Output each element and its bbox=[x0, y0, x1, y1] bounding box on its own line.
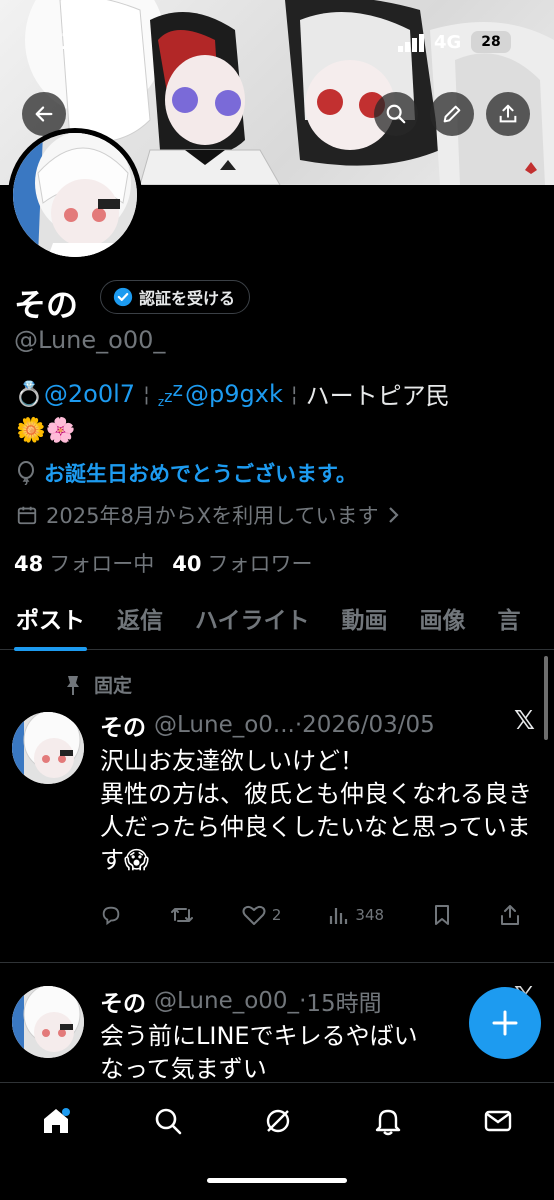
post-text: 会う前にLINEでキレるやばい なって気まずい bbox=[100, 1022, 418, 1082]
edit-button[interactable] bbox=[430, 92, 474, 136]
compose-button[interactable] bbox=[469, 987, 541, 1059]
repost-button[interactable] bbox=[170, 904, 194, 926]
home-icon bbox=[44, 1108, 70, 1133]
status-time: 1:19 bbox=[60, 30, 115, 55]
grok-icon bbox=[266, 1109, 290, 1133]
battery-indicator: 28 bbox=[471, 31, 511, 53]
nav-grok[interactable] bbox=[258, 1101, 298, 1141]
nav-search[interactable] bbox=[148, 1101, 188, 1141]
joined-text: 2025年8月からXを利用しています bbox=[46, 504, 379, 528]
bio-separator: ¦ bbox=[290, 381, 298, 406]
post-header: その @Lune_o00_ · 15時間 bbox=[100, 984, 382, 1018]
share-icon bbox=[499, 104, 517, 123]
profile-avatar[interactable] bbox=[8, 128, 142, 262]
like-button[interactable]: 2 bbox=[242, 904, 282, 926]
bookmark-button[interactable] bbox=[432, 904, 452, 926]
plus-icon bbox=[492, 1010, 518, 1036]
bookmark-icon bbox=[435, 905, 449, 925]
share-post-button[interactable] bbox=[500, 904, 520, 926]
arrow-left-icon bbox=[35, 106, 53, 122]
bio-mention-link-2[interactable]: @p9gxk bbox=[185, 380, 283, 408]
post-avatar[interactable] bbox=[12, 712, 84, 784]
network-label: 4G bbox=[434, 32, 462, 53]
profile-name: その bbox=[14, 286, 79, 324]
tab-highlights[interactable]: ハイライト bbox=[179, 596, 326, 650]
reply-icon bbox=[102, 906, 120, 926]
nav-messages[interactable] bbox=[478, 1101, 518, 1141]
post-author-name[interactable]: その bbox=[100, 708, 146, 742]
verified-badge-icon bbox=[113, 287, 133, 307]
post-separator: · bbox=[299, 988, 307, 1014]
pencil-icon bbox=[443, 105, 461, 123]
zzz-emoji: zzz bbox=[158, 377, 183, 410]
get-verified-button[interactable]: 認証を受ける bbox=[100, 280, 251, 314]
pin-icon bbox=[67, 675, 79, 695]
get-verified-label: 認証を受ける bbox=[139, 289, 236, 308]
tab-videos[interactable]: 動画 bbox=[326, 596, 404, 650]
heart-icon bbox=[242, 905, 266, 925]
nav-notifications[interactable] bbox=[368, 1101, 408, 1141]
post-text: 沢山お友達欲しいけど！ 異性の方は、彼氏とも仲良くなれる良き人だったら仲良くした… bbox=[100, 747, 532, 874]
post-author-handle[interactable]: @Lune_o0... bbox=[154, 712, 295, 738]
post-avatar[interactable] bbox=[12, 986, 84, 1058]
views-button[interactable]: 348 bbox=[329, 904, 384, 926]
profile-bio-line1: 💍 @2o0l7 ¦ zzz @p9gxk ¦ ハートピア民 bbox=[14, 376, 450, 411]
repost-icon bbox=[170, 908, 193, 922]
followers-link[interactable]: 40 フォロワー bbox=[172, 548, 312, 578]
search-icon bbox=[386, 104, 406, 124]
x-logo-icon[interactable]: 𝕏 bbox=[514, 706, 535, 736]
following-count: 48 bbox=[14, 552, 44, 576]
screen-mirror-icon bbox=[116, 36, 140, 56]
bio-emojis: 🌼🌸 bbox=[16, 416, 76, 444]
post-time[interactable]: 2026/03/05 bbox=[302, 712, 435, 738]
search-icon bbox=[155, 1108, 182, 1135]
birthday-row: お誕生日おめでとうございます。 bbox=[16, 458, 357, 488]
followers-count: 40 bbox=[172, 552, 202, 576]
zzz-big: z bbox=[172, 377, 184, 401]
tab-more[interactable]: 言 bbox=[482, 596, 537, 650]
analytics-icon bbox=[330, 908, 348, 924]
scrollbar[interactable] bbox=[544, 656, 548, 740]
profile-tabs: ポスト 返信 ハイライト 動画 画像 言 bbox=[0, 596, 554, 651]
tab-replies[interactable]: 返信 bbox=[101, 596, 179, 650]
signal-icon bbox=[398, 34, 426, 56]
post-time[interactable]: 15時間 bbox=[306, 984, 381, 1018]
calendar-icon bbox=[17, 506, 37, 525]
post-divider bbox=[0, 962, 554, 963]
share-button[interactable] bbox=[486, 92, 530, 136]
search-button[interactable] bbox=[374, 92, 418, 136]
post-author-handle[interactable]: @Lune_o00_ bbox=[154, 988, 299, 1014]
zzz-mid: z bbox=[164, 387, 173, 406]
bio-separator: ¦ bbox=[143, 381, 150, 406]
status-bar: 1:19 4G 28 bbox=[0, 0, 554, 80]
following-label: フォロー中 bbox=[49, 552, 155, 576]
joined-row[interactable]: 2025年8月からXを利用しています bbox=[16, 500, 401, 530]
nav-home[interactable] bbox=[36, 1101, 76, 1141]
mail-icon bbox=[484, 1110, 512, 1132]
post-separator: · bbox=[294, 712, 303, 738]
following-link[interactable]: 48 フォロー中 bbox=[14, 548, 154, 578]
post-actions: 2 348 bbox=[100, 904, 520, 926]
like-count: 2 bbox=[271, 906, 282, 924]
tab-images[interactable]: 画像 bbox=[404, 596, 482, 650]
reply-button[interactable] bbox=[100, 904, 122, 926]
view-count: 348 bbox=[355, 906, 385, 924]
share-icon bbox=[500, 905, 519, 925]
bio-text: ハートピア民 bbox=[305, 382, 450, 410]
followers-label: フォロワー bbox=[207, 552, 313, 576]
post-header: その @Lune_o0... · 2026/03/05 bbox=[100, 708, 435, 742]
bell-icon bbox=[375, 1109, 401, 1136]
pinned-label: 固定 bbox=[64, 671, 132, 698]
birthday-text: お誕生日おめでとうございます。 bbox=[44, 462, 357, 486]
tab-posts[interactable]: ポスト bbox=[0, 596, 101, 651]
home-indicator bbox=[207, 1178, 347, 1183]
chevron-right-icon bbox=[388, 507, 399, 523]
ring-emoji: 💍 bbox=[14, 379, 44, 408]
follow-stats: 48 フォロー中 40 フォロワー bbox=[14, 548, 312, 578]
balloon-icon bbox=[18, 461, 34, 485]
post-author-name[interactable]: その bbox=[100, 984, 146, 1018]
profile-handle: @Lune_o00_ bbox=[14, 326, 166, 354]
bio-mention-link-1[interactable]: @2o0l7 bbox=[44, 380, 135, 408]
pinned-text: 固定 bbox=[94, 675, 133, 697]
